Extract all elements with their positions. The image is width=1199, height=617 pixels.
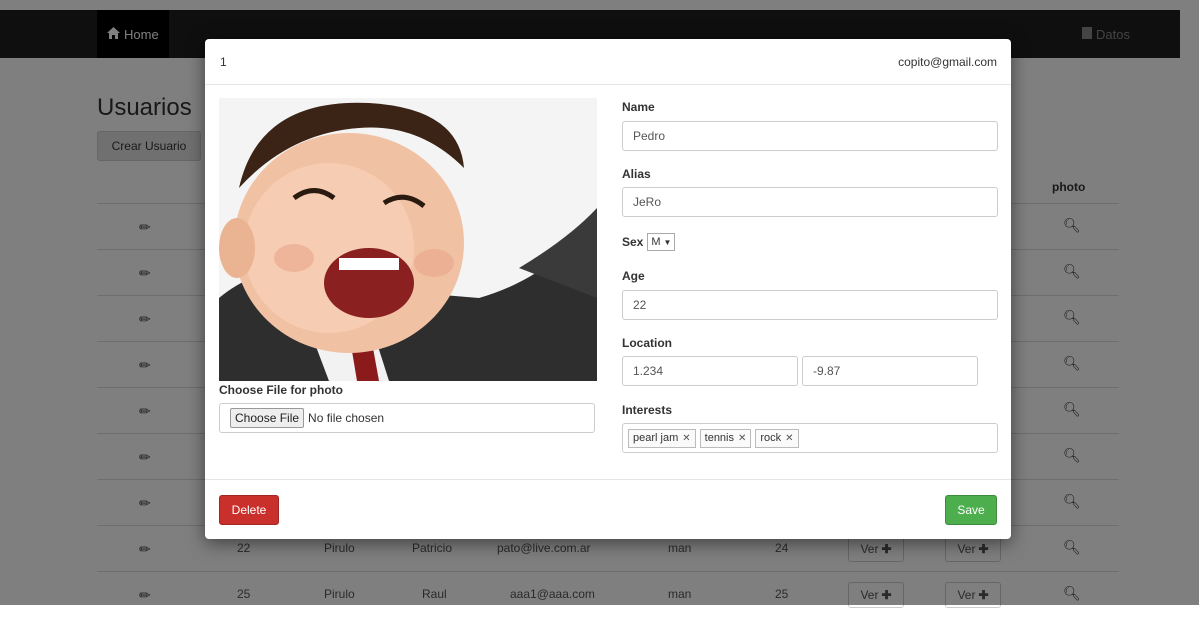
sex-label: Sex <box>622 235 644 249</box>
photo-file-label: Choose File for photo <box>219 383 343 397</box>
location-label: Location <box>622 336 672 350</box>
photo-file-input[interactable]: Choose File No file chosen <box>219 403 595 433</box>
interests-tag-input[interactable]: pearl jam ✕ tennis ✕ rock ✕ <box>622 423 998 453</box>
age-field[interactable]: 22 <box>622 290 998 320</box>
alias-label: Alias <box>622 167 651 181</box>
remove-tag-icon[interactable]: ✕ <box>785 433 793 444</box>
location-lng-field[interactable]: -9.87 <box>802 356 978 386</box>
user-edit-modal: 1 copito@gmail.com Choose File for photo… <box>205 39 1011 539</box>
file-status-text: No file chosen <box>308 411 385 425</box>
interest-tag-label: tennis <box>704 432 734 444</box>
user-photo <box>219 98 597 381</box>
interest-tag: pearl jam ✕ <box>628 428 696 448</box>
interest-tag-label: rock <box>760 432 782 444</box>
name-field[interactable]: Pedro <box>622 121 998 151</box>
delete-button[interactable]: Delete <box>219 495 279 525</box>
location-lat-field[interactable]: 1.234 <box>622 356 798 386</box>
remove-tag-icon[interactable]: ✕ <box>682 433 690 444</box>
interests-label: Interests <box>622 403 673 417</box>
age-label: Age <box>622 269 645 283</box>
interest-tag-label: pearl jam <box>633 432 679 444</box>
sex-row: Sex M ▼ <box>622 233 676 251</box>
user-id: 1 <box>220 55 227 69</box>
save-button[interactable]: Save <box>945 495 997 525</box>
modal-footer-divider <box>205 479 1011 480</box>
sex-select-value: M <box>651 236 661 248</box>
user-email: copito@gmail.com <box>898 55 997 69</box>
name-label: Name <box>622 100 655 114</box>
interest-tag: tennis ✕ <box>699 428 752 448</box>
chevron-down-icon: ▼ <box>663 237 672 247</box>
choose-file-button[interactable]: Choose File <box>230 408 305 428</box>
alias-field[interactable]: JeRo <box>622 187 998 217</box>
remove-tag-icon[interactable]: ✕ <box>738 433 746 444</box>
modal-header: 1 copito@gmail.com <box>205 39 1011 85</box>
sex-select[interactable]: M ▼ <box>647 233 676 251</box>
interest-tag: rock ✕ <box>755 428 799 448</box>
